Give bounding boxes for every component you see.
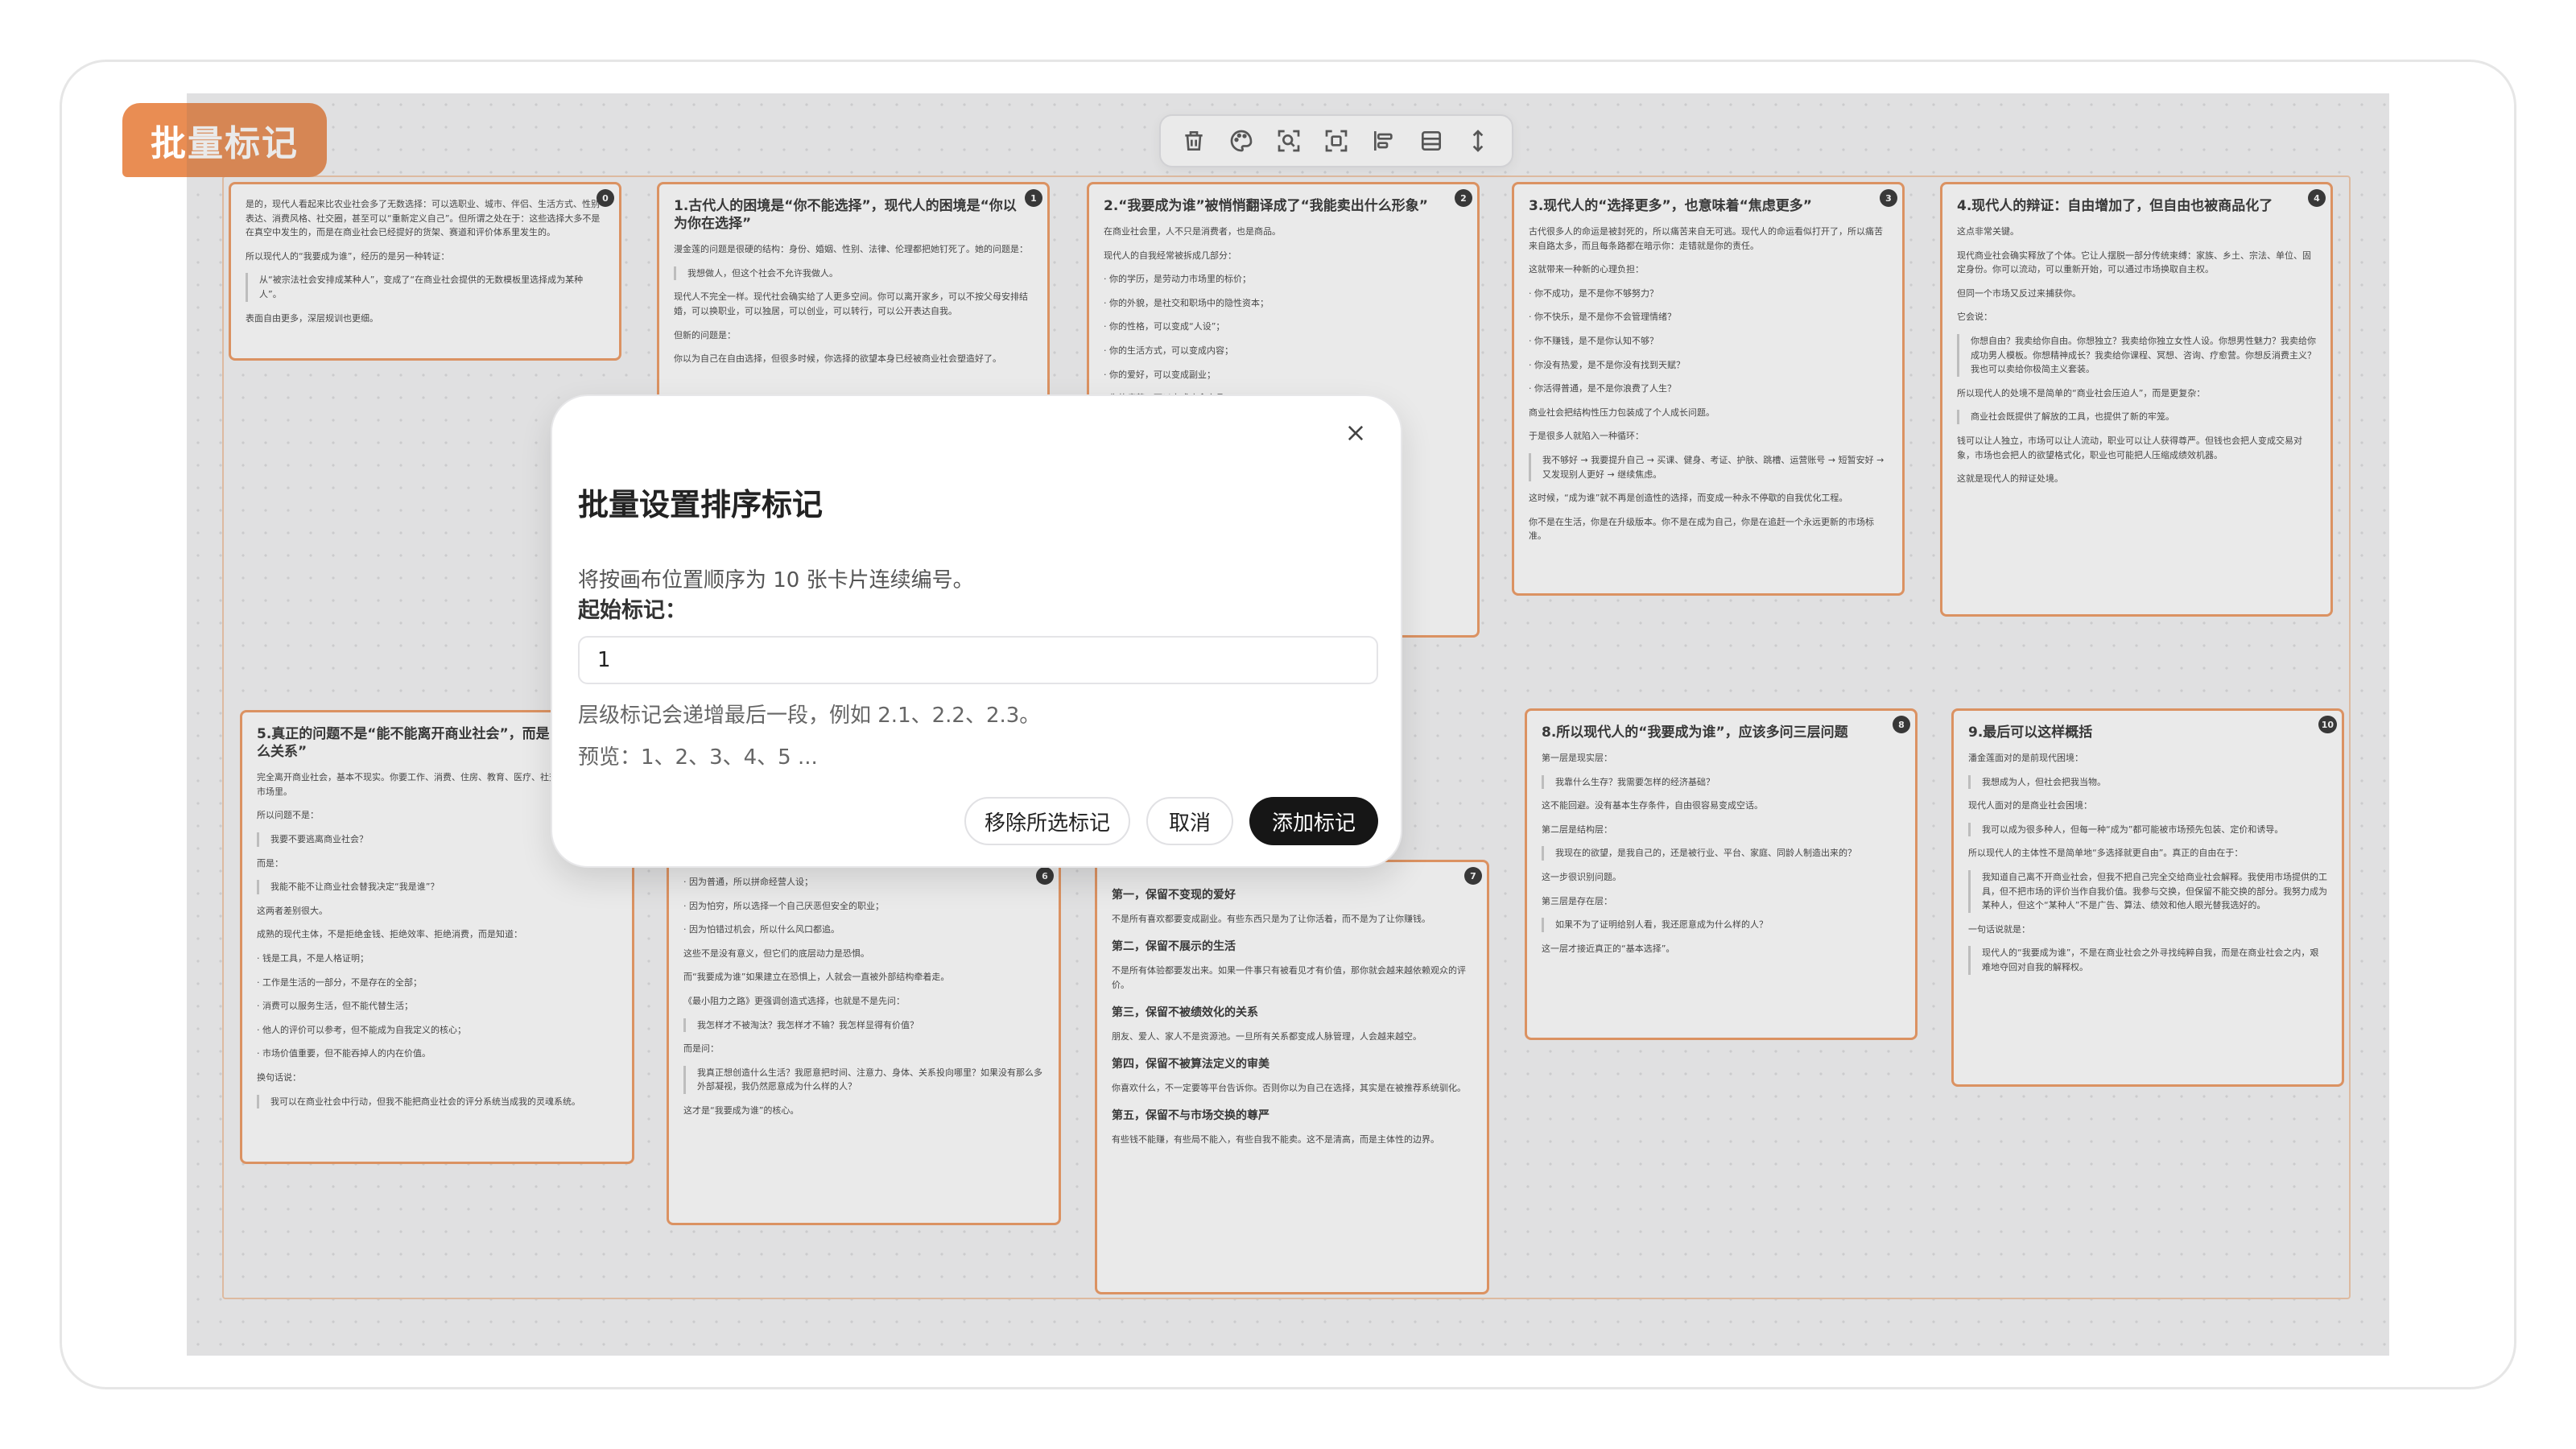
hierarchy-hint: 层级标记会递增最后一段，例如 2.1、2.2、2.3。 (578, 704, 1041, 728)
preview-text: 预览：1、2、3、4、5 ... (578, 745, 818, 770)
dialog-title: 批量设置排序标记 (578, 487, 824, 522)
cancel-button[interactable]: 取消 (1146, 797, 1233, 845)
start-mark-label: 起始标记： (578, 598, 687, 623)
close-icon[interactable] (1338, 415, 1373, 451)
start-mark-input[interactable] (578, 636, 1378, 684)
batch-mark-dialog: 批量设置排序标记 将按画布位置顺序为 10 张卡片连续编号。 起始标记： 层级标… (551, 394, 1402, 868)
dialog-description: 将按画布位置顺序为 10 张卡片连续编号。 (578, 568, 974, 592)
add-marks-button[interactable]: 添加标记 (1249, 797, 1378, 845)
remove-marks-button[interactable]: 移除所选标记 (964, 797, 1130, 845)
